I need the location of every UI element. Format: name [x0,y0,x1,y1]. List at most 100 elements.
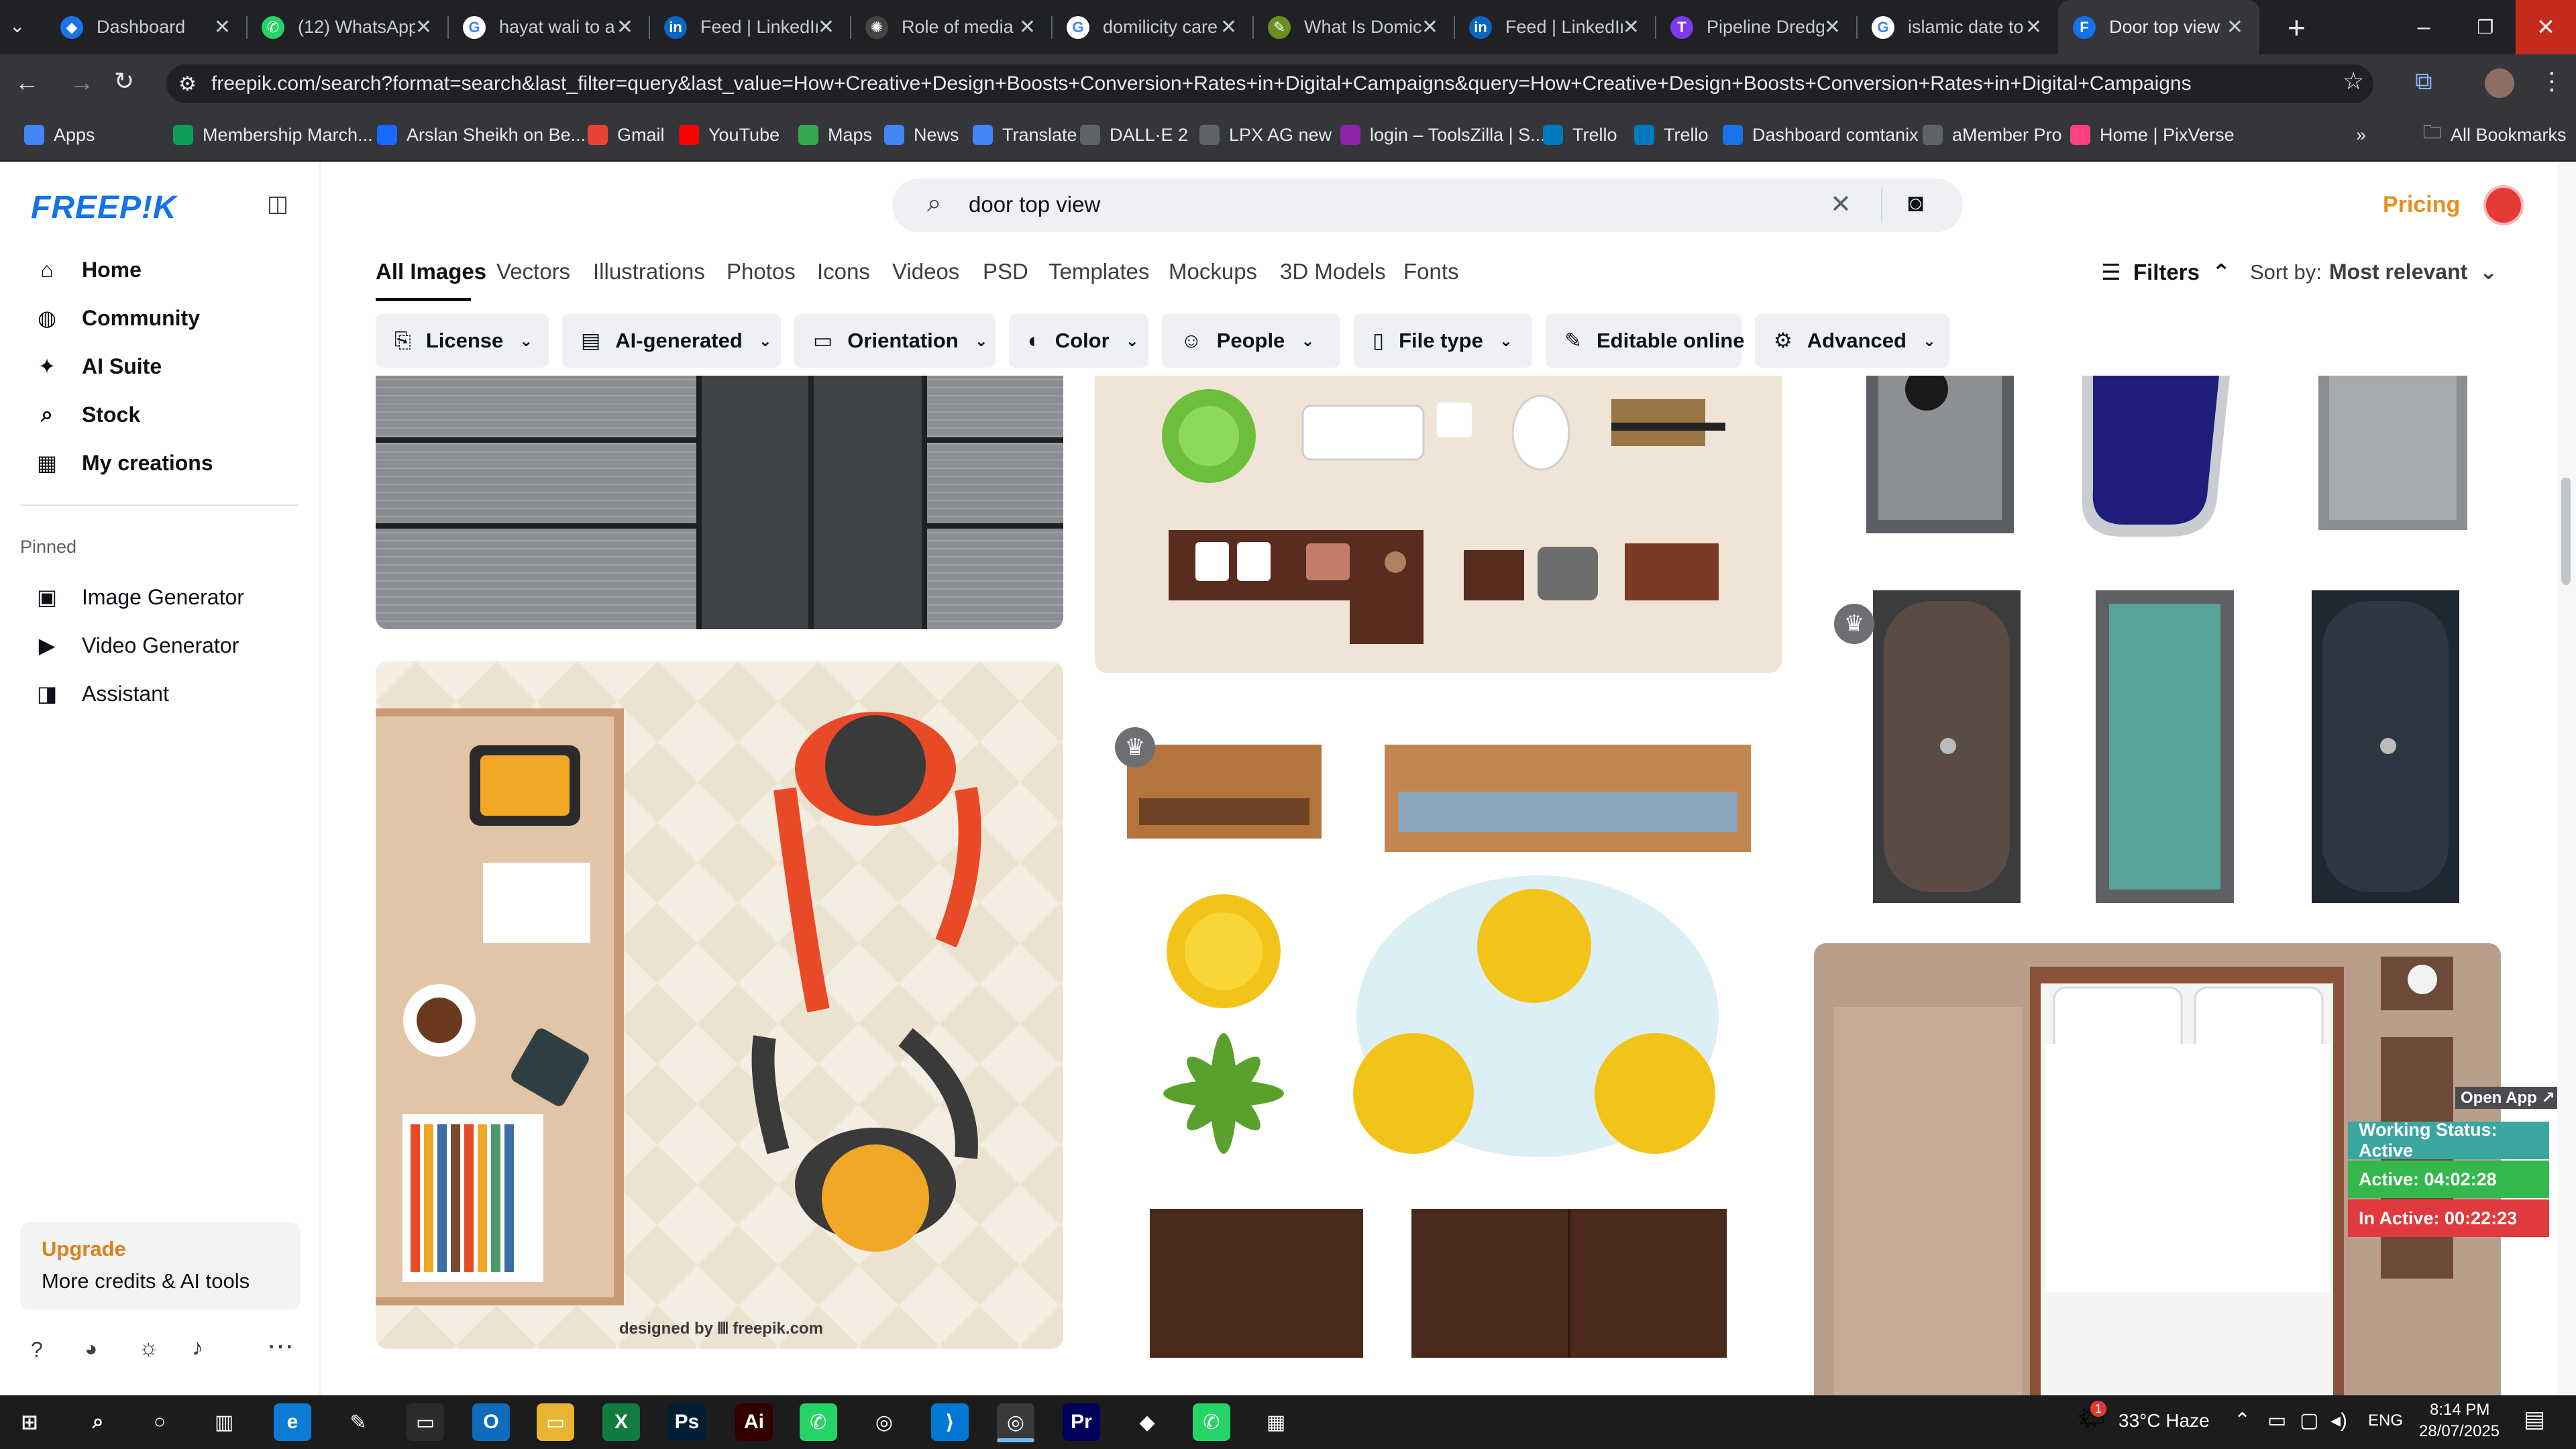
browser-tab[interactable]: in Feed | LinkedIn ✕ [649,0,851,54]
bookmark-item[interactable]: Apps [24,115,95,155]
clear-search-icon[interactable]: ✕ [1830,189,1851,219]
filter-ai-generated[interactable]: ▤ AI-generated ⌄ [562,314,781,368]
browser-tab[interactable]: ✆ (12) WhatsApp ✕ [247,0,448,54]
app-icon[interactable]: ◆ [1128,1403,1166,1441]
image-tile-living-furniture[interactable]: ♛ [1095,711,1782,1368]
close-tab-icon[interactable]: ✕ [616,15,633,39]
weather-text[interactable]: 33°C Haze [2118,1410,2210,1432]
pricing-link[interactable]: Pricing [2383,192,2460,218]
filter-editable-online[interactable]: ✎ Editable online [1546,314,1744,368]
minimize-icon[interactable]: – [2394,0,2454,54]
browser-tab[interactable]: in Feed | LinkedIn ✕ [1454,0,1656,54]
close-tab-icon[interactable]: ✕ [1019,15,1036,39]
outlook-icon[interactable]: O [472,1403,510,1441]
sheets-icon[interactable]: ✆ [1193,1403,1230,1441]
tab-search-chevron-icon[interactable]: ⌄ [9,15,25,37]
type-tab-psd[interactable]: PSD [983,259,1028,284]
sort-dropdown[interactable]: Most relevant ⌄ [2329,259,2498,284]
search-input[interactable]: door top view [969,192,1100,217]
filter-people[interactable]: ☺ People ⌄ [1162,314,1340,368]
search-bar[interactable]: ⌕ door top view ✕ ◙ [892,178,1963,232]
filter-file-type[interactable]: ▯ File type ⌄ [1354,314,1532,368]
all-bookmarks[interactable]: 🗀 All Bookmarks [2423,115,2567,155]
more-options-icon[interactable]: ⋯ [267,1331,294,1362]
whatsapp-icon[interactable]: ✆ [800,1403,837,1441]
pinned-item-video-generator[interactable]: ▶ Video Generator [34,627,239,664]
filter-advanced[interactable]: ⚙ Advanced ⌄ [1755,314,1949,368]
type-tab-vectors[interactable]: Vectors [496,259,570,284]
close-tab-icon[interactable]: ✕ [818,15,835,39]
browser-tab[interactable]: Gislamic date to ✕ [1857,0,2058,54]
type-tab-icons[interactable]: Icons [817,259,870,284]
excel-icon[interactable]: X [602,1403,640,1441]
notifications-icon[interactable]: ▤ [2524,1406,2545,1433]
bookmark-item[interactable]: DALL·E 2 [1080,115,1188,155]
bookmark-item[interactable]: Arslan Sheikh on Be... [377,115,586,155]
tray-network-icon[interactable]: ▭ [2267,1409,2286,1432]
close-tab-icon[interactable]: ✕ [214,15,231,39]
image-tile-office-meeting[interactable]: designed by 𝍬 freepik.com [376,661,1063,1349]
tray-volume-icon[interactable]: ◂) [2330,1409,2347,1432]
edge-icon[interactable]: e [274,1403,311,1441]
url-text[interactable]: freepik.com/search?format=search&last_fi… [211,72,2192,95]
calculator-icon[interactable]: ▦ [1257,1403,1295,1441]
close-tab-icon[interactable]: ✕ [2226,15,2243,39]
chrome-menu-icon[interactable]: ⋮ [2540,67,2564,95]
filters-toggle[interactable]: ☰ Filters ⌃ [2101,259,2231,285]
clock-date[interactable]: 28/07/2025 [2419,1422,2500,1441]
filter-orientation[interactable]: ▭ Orientation ⌄ [794,314,996,368]
browser-tab[interactable]: T Pipeline Dredg ✕ [1656,0,1857,54]
chrome-icon[interactable]: ◎ [865,1403,903,1441]
sidebar-item-my-creations[interactable]: ▦ My creations [34,444,213,482]
bookmark-item[interactable]: Trello [1543,115,1617,155]
type-tab-mockups[interactable]: Mockups [1169,259,1257,284]
browser-tab[interactable]: Ghayat wali to a ✕ [448,0,649,54]
image-tile-bathtubs-top[interactable] [1814,376,2501,540]
profile-avatar[interactable] [2485,68,2514,98]
back-arrow-icon[interactable]: ← [15,68,39,97]
bookmark-item[interactable]: News [884,115,959,155]
bookmark-item[interactable]: LPX AG new [1199,115,1332,155]
upgrade-card[interactable]: Upgrade More credits & AI tools [20,1222,301,1309]
type-tab-illustrations[interactable]: Illustrations [593,259,705,284]
language-indicator[interactable]: ENG [2368,1411,2403,1430]
task-view-icon[interactable]: ▥ [205,1403,243,1441]
image-tile-door-floor[interactable] [376,376,1063,629]
image-tile-bathroom-furniture[interactable] [1095,376,1782,673]
close-tab-icon[interactable]: ✕ [2025,15,2042,39]
sidebar-item-stock[interactable]: ⌕ Stock [34,396,140,433]
bookmark-item[interactable]: Dashboard comtanix [1723,115,1919,155]
freepik-logo[interactable]: FREEP!K [31,189,177,226]
filter-license[interactable]: ⎘ License ⌄ [376,314,549,368]
terminal-icon[interactable]: ▭ [407,1403,444,1441]
tray-chevron-icon[interactable]: ⌃ [2234,1409,2251,1432]
extensions-icon[interactable]: ⧉ [2415,67,2432,96]
type-tab-all-images[interactable]: All Images [376,259,486,284]
browser-tab[interactable]: ✺ Role of media ✕ [851,0,1052,54]
help-icon[interactable]: ? [31,1338,43,1362]
sidebar-item-home[interactable]: ⌂ Home [34,251,142,288]
bookmark-item[interactable]: Trello [1634,115,1709,155]
site-info-icon[interactable]: ⚙ [178,72,197,96]
clock-time[interactable]: 8:14 PM [2430,1401,2489,1419]
windows-start-icon[interactable]: ⊞ [11,1403,48,1441]
bookmark-item[interactable]: login – ToolsZilla | S... [1340,115,1546,155]
bookmark-item[interactable]: YouTube [679,115,780,155]
photoshop-icon[interactable]: Ps [668,1403,706,1441]
filter-color[interactable]: ◐ Color ⌄ [1009,314,1148,368]
theme-sun-icon[interactable]: ☼ [138,1335,159,1361]
bookmark-item[interactable]: Home | PixVerse [2070,115,2235,155]
forward-arrow-icon[interactable]: → [70,68,94,97]
scrollbar-thumb[interactable] [2561,478,2571,585]
file-explorer-icon[interactable]: ▭ [537,1403,574,1441]
browser-tab[interactable]: ◆ Dashboard ✕ [46,0,247,54]
sidebar-item-ai-suite[interactable]: ✦ AI Suite [34,347,162,385]
pen-icon[interactable]: ✎ [339,1403,377,1441]
illustrator-icon[interactable]: Ai [735,1403,773,1441]
bookmark-item[interactable]: Translate [973,115,1077,155]
open-app-link[interactable]: Open App ↗ [2455,1087,2561,1109]
close-tab-icon[interactable]: ✕ [415,15,432,39]
browser-tab[interactable]: F Door top view ✕ [2058,0,2259,54]
cortana-icon[interactable]: ○ [141,1403,178,1441]
chrome-active-icon[interactable]: ◎ [997,1403,1034,1441]
